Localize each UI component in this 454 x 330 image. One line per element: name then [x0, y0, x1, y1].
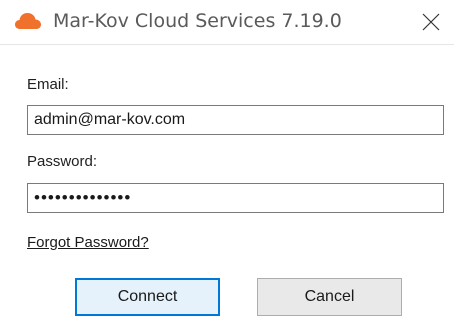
login-dialog: Mar-Kov Cloud Services 7.19.0 Email: Pas… [0, 0, 454, 330]
close-button[interactable] [408, 0, 454, 44]
cloud-icon [14, 11, 42, 31]
password-field[interactable]: •••••••••••••• [27, 183, 444, 213]
dialog-body: Email: Password: •••••••••••••• Forgot P… [0, 44, 454, 330]
password-label: Password: [27, 153, 98, 170]
cancel-button[interactable]: Cancel [257, 278, 402, 316]
title-bar[interactable]: Mar-Kov Cloud Services 7.19.0 [0, 0, 454, 44]
window-title: Mar-Kov Cloud Services 7.19.0 [53, 10, 342, 32]
email-field[interactable] [27, 105, 444, 135]
forgot-password-link[interactable]: Forgot Password? [27, 233, 149, 253]
close-icon [422, 13, 440, 31]
email-label: Email: [27, 76, 69, 93]
connect-button[interactable]: Connect [75, 278, 220, 316]
